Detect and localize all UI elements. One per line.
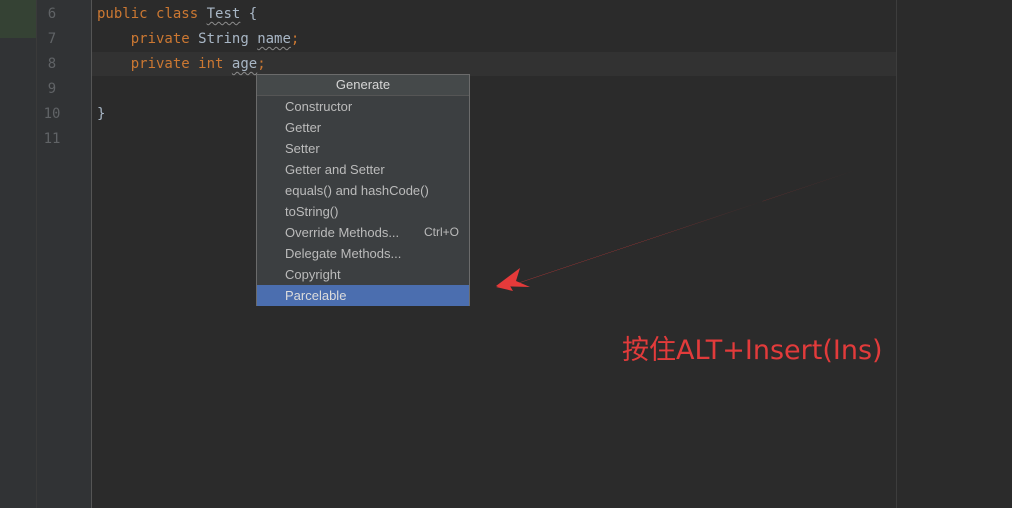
red-arrow-icon (496, 170, 856, 291)
annotation-text: 按住ALT+Insert(Ins) (622, 335, 883, 366)
arrow-shape (496, 170, 856, 291)
arrow-head (496, 268, 530, 287)
